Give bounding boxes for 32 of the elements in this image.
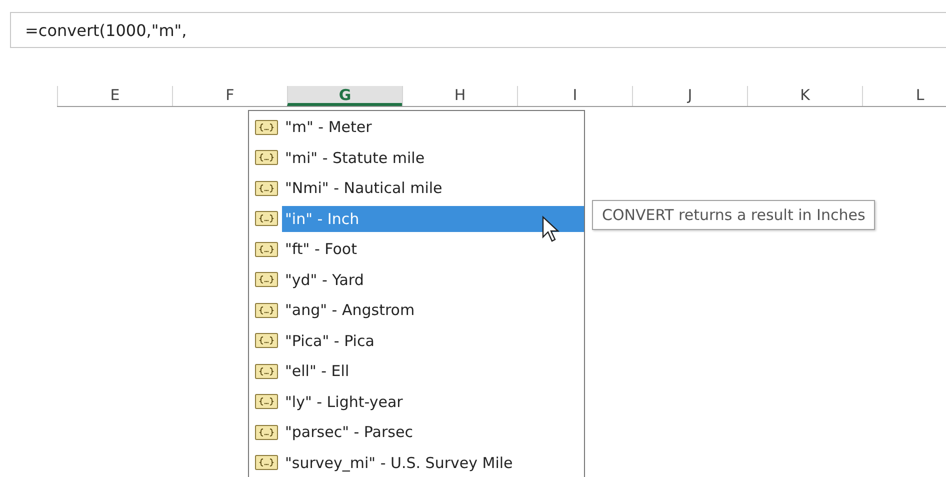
- function-icon: [255, 364, 278, 379]
- function-icon: [255, 394, 278, 410]
- column-header[interactable]: L: [862, 86, 946, 106]
- column-header[interactable]: J: [632, 86, 747, 106]
- function-icon: [255, 424, 278, 440]
- function-icon: [255, 302, 278, 318]
- autocomplete-item[interactable]: "m" - Meter: [282, 114, 584, 140]
- function-icon: [255, 272, 278, 288]
- tooltip: CONVERT returns a result in Inches: [592, 200, 876, 230]
- autocomplete-item[interactable]: "yd" - Yard: [282, 266, 584, 293]
- autocomplete-item[interactable]: "survey_mi" - U.S. Survey Mile: [282, 450, 584, 476]
- function-icon: [255, 333, 278, 348]
- function-icon: [255, 211, 278, 226]
- autocomplete-item[interactable]: "ell" - Ell: [282, 358, 584, 384]
- column-header[interactable]: H: [402, 86, 517, 106]
- autocomplete-item[interactable]: "ly" - Light-year: [282, 388, 584, 415]
- column-header[interactable]: E: [57, 86, 172, 106]
- function-icon: [255, 120, 278, 135]
- function-icon: [255, 455, 278, 470]
- function-icon: [255, 150, 278, 166]
- column-header[interactable]: I: [517, 86, 632, 106]
- formula-bar[interactable]: =convert(1000,"m",: [10, 12, 946, 48]
- autocomplete-item[interactable]: "parsec" - Parsec: [282, 419, 584, 446]
- column-header[interactable]: G: [287, 86, 402, 106]
- autocomplete-item[interactable]: "mi" - Statute mile: [282, 144, 584, 171]
- function-icon: [255, 242, 278, 257]
- column-header[interactable]: K: [747, 86, 862, 106]
- autocomplete-item[interactable]: "ang" - Angstrom: [282, 297, 584, 324]
- autocomplete-item[interactable]: "ft" - Foot: [282, 236, 584, 262]
- function-icon: [255, 180, 278, 196]
- autocomplete-item[interactable]: "Nmi" - Nautical mile: [282, 175, 584, 202]
- autocomplete-item[interactable]: "Pica" - Pica: [282, 328, 584, 354]
